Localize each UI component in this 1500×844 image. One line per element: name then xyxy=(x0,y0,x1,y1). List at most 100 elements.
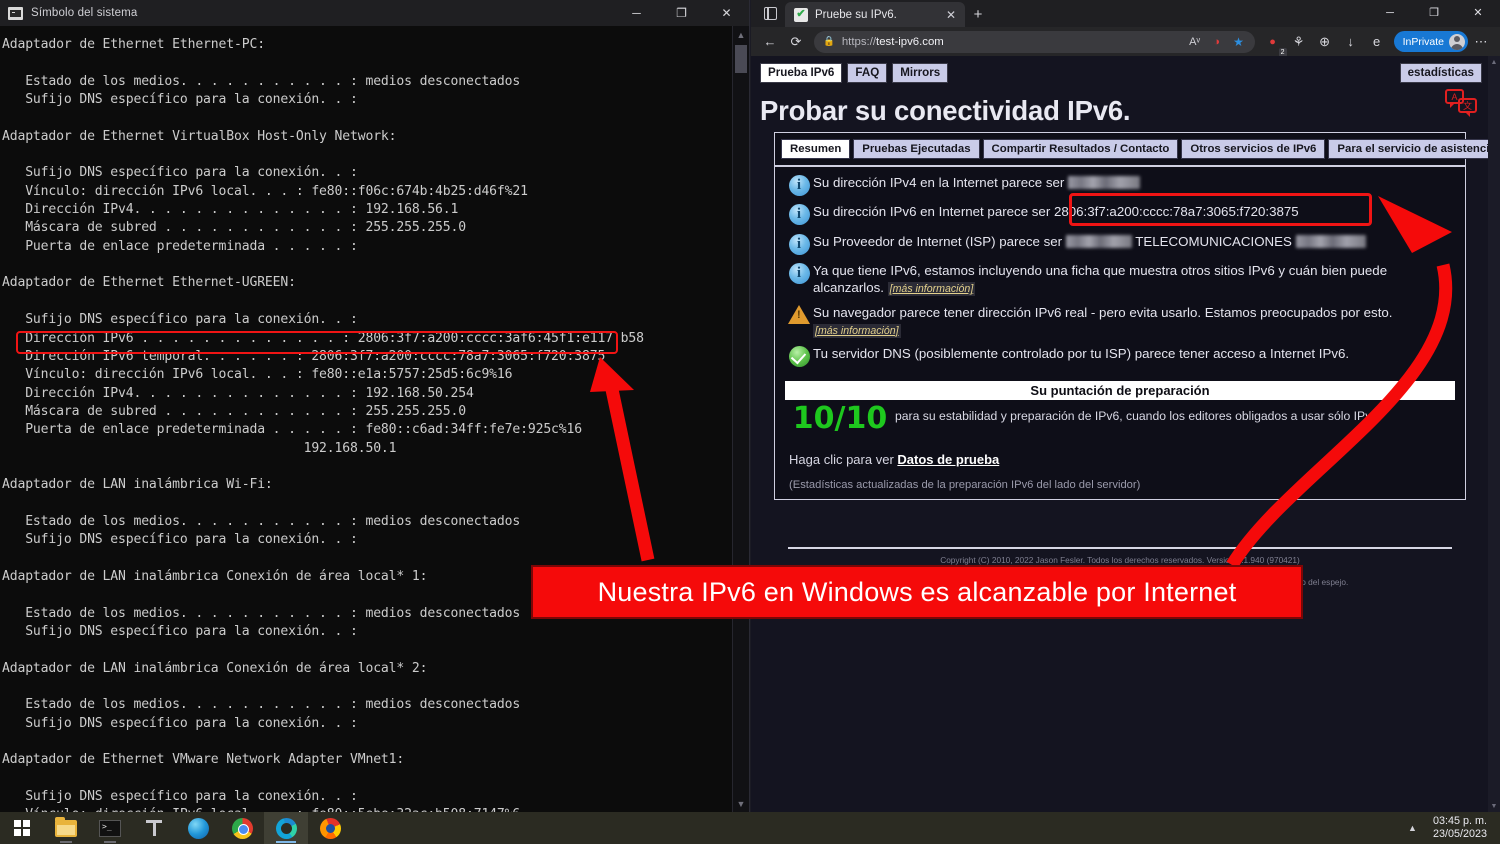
reload-icon[interactable]: ⟳ xyxy=(783,30,809,54)
cmd-titlebar[interactable]: Símbolo del sistema ─ ❐ ✕ xyxy=(0,0,749,26)
browser-minimize-button[interactable]: ─ xyxy=(1368,0,1412,27)
lock-icon: 🔒 xyxy=(823,36,835,47)
edge-icon xyxy=(275,817,297,839)
more-info-link[interactable]: [más información] xyxy=(887,282,976,296)
readiness-score-value: 10/10 xyxy=(792,401,888,436)
svg-text:文: 文 xyxy=(1463,100,1472,111)
terminal-icon xyxy=(99,819,121,837)
taskbar-edge[interactable] xyxy=(264,812,308,844)
cmd-minimize-button[interactable]: ─ xyxy=(614,0,659,26)
result-label: Su dirección IPv6 en Internet parece ser xyxy=(813,204,1051,219)
taskbar-chrome[interactable] xyxy=(220,812,264,844)
result-text: Su dirección IPv4 en la Internet parece … xyxy=(813,174,1453,191)
cmd-output-text: Adaptador de Ethernet Ethernet-PC: Estad… xyxy=(2,37,644,841)
profile-inprivate-button[interactable]: InPrivate xyxy=(1393,31,1468,52)
site-nav: Prueba IPv6 FAQ Mirrors estadísticas xyxy=(751,56,1500,83)
read-aloud-icon[interactable]: Aᵛ xyxy=(1185,36,1205,48)
favicon-check-glyph: ✔ xyxy=(796,8,806,20)
test-data-line: Haga clic para ver Datos de prueba xyxy=(775,436,1465,467)
result-row-ipv6: i Su dirección IPv6 en Internet parece s… xyxy=(785,203,1453,225)
info-icon: i xyxy=(785,262,813,284)
address-bar[interactable]: 🔒 https://test-ipv6.com Aᵛ ◑ ★ xyxy=(814,30,1255,53)
start-button[interactable] xyxy=(0,812,44,844)
app-icon xyxy=(187,817,209,839)
warning-icon xyxy=(785,304,813,324)
tab-favicon-icon: ✔ xyxy=(794,7,808,22)
cmd-scrollbar[interactable]: ▲ ▼ xyxy=(732,26,749,812)
footer-link-mirrors[interactable]: Mirrors xyxy=(949,566,975,576)
browser-close-button[interactable]: ✕ xyxy=(1456,0,1500,27)
test-data-link[interactable]: Datos de prueba xyxy=(897,452,999,467)
footer-link-fuente[interactable]: Fuente xyxy=(981,566,1007,576)
tray-chevron-icon[interactable]: ▲ xyxy=(1400,823,1425,833)
browser-essentials-icon[interactable]: e xyxy=(1364,30,1390,54)
redacted-ipv4-value xyxy=(1068,175,1141,189)
svg-text:A: A xyxy=(1451,92,1457,102)
cmd-scroll-up-icon[interactable]: ▲ xyxy=(733,26,749,43)
split-screen-icon[interactable]: ⊕ xyxy=(1312,30,1338,54)
taskbar-clock[interactable]: 03:45 p. m. 23/05/2023 xyxy=(1425,815,1500,841)
footer-lang-badge[interactable]: es_VE xyxy=(1175,566,1205,576)
click-prefix: Haga clic para ver xyxy=(789,452,898,467)
clock-time: 03:45 p. m. xyxy=(1432,815,1487,827)
downloads-icon[interactable]: ↓ xyxy=(1338,30,1364,54)
taskbar-firefox[interactable] xyxy=(308,812,352,844)
extension-icon[interactable]: ● 2 xyxy=(1260,30,1287,57)
results-list: i Su dirección IPv4 en la Internet parec… xyxy=(775,167,1465,374)
taskbar-file-explorer[interactable] xyxy=(44,812,88,844)
page-scrollbar[interactable]: ▲ ▼ xyxy=(1488,56,1500,812)
page-footer: Copyright (C) 2010, 2022 Jason Fesler. T… xyxy=(774,537,1466,588)
result-text: Su dirección IPv6 en Internet parece ser… xyxy=(813,203,1453,220)
footer-lang-pct: 98.52% xyxy=(1206,566,1235,576)
cmd-close-button[interactable]: ✕ xyxy=(704,0,749,26)
translate-icon[interactable]: A 文 xyxy=(1444,88,1478,118)
browser-window-controls: ─ ❐ ✕ xyxy=(1368,0,1500,27)
cmd-scrollbar-thumb[interactable] xyxy=(735,45,747,73)
system-tray: ▲ 03:45 p. m. 23/05/2023 xyxy=(1400,815,1500,841)
footer-link-debug[interactable]: Debug xyxy=(1145,566,1169,576)
close-icon[interactable]: ✕ xyxy=(943,9,959,21)
taskbar-command-prompt[interactable] xyxy=(88,812,132,844)
tab-pruebas-ejecutadas[interactable]: Pruebas Ejecutadas xyxy=(853,139,980,159)
cmd-maximize-button[interactable]: ❐ xyxy=(659,0,704,26)
result-row-browser-warning: Su navegador parece tener dirección IPv6… xyxy=(785,304,1453,338)
result-text: Su Proveedor de Internet (ISP) parece se… xyxy=(813,233,1453,250)
tab-servicio-asistencia[interactable]: Para el servicio de asistencia xyxy=(1328,139,1500,159)
footer-link-correo[interactable]: Correo Electrónico xyxy=(1014,566,1083,576)
taskbar-app-blue[interactable] xyxy=(176,812,220,844)
back-icon[interactable]: ← xyxy=(757,30,783,54)
new-tab-icon[interactable]: + xyxy=(965,2,991,27)
result-label: Su navegador parece tener dirección IPv6… xyxy=(813,304,1393,320)
tab-resumen[interactable]: Resumen xyxy=(781,139,851,159)
cmd-scroll-down-icon[interactable]: ▼ xyxy=(733,795,749,812)
site-tab-faq[interactable]: FAQ xyxy=(847,63,888,83)
favorite-icon[interactable]: ★ xyxy=(1229,35,1249,49)
redacted-isp-suffix xyxy=(1295,234,1366,248)
page-scroll-up-icon[interactable]: ▲ xyxy=(1488,56,1500,68)
browser-maximize-button[interactable]: ❐ xyxy=(1412,0,1456,27)
clock-date: 23/05/2023 xyxy=(1432,828,1487,840)
browser-extensions-icon[interactable]: ⚘ xyxy=(1286,30,1312,54)
page-scroll-down-icon[interactable]: ▼ xyxy=(1488,800,1500,812)
result-row-dns: Tu servidor DNS (posiblemente controlado… xyxy=(785,345,1453,367)
site-tab-prueba-ipv6[interactable]: Prueba IPv6 xyxy=(760,63,843,83)
footer-contribute[interactable]: Contribuir en: xyxy=(1242,566,1292,576)
footer-link-atribuciones[interactable]: Atribuciones xyxy=(1097,566,1143,576)
tab-actions-icon[interactable] xyxy=(755,0,785,27)
more-info-link[interactable]: [más información] xyxy=(813,323,901,338)
tab-compartir-resultados[interactable]: Compartir Resultados / Contacto xyxy=(982,139,1179,159)
result-row-ipv4: i Su dirección IPv4 en la Internet parec… xyxy=(785,174,1453,196)
site-tab-mirrors[interactable]: Mirrors xyxy=(892,63,949,83)
ipv6-address-value: 2806:3f7:a200:cccc:78a7:3065:f720:3875 xyxy=(1053,204,1299,219)
info-icon: i xyxy=(785,203,813,225)
settings-more-icon[interactable]: ⋯ xyxy=(1468,30,1494,54)
footer-copyright: Copyright (C) 2010, 2022 Jason Fesler. T… xyxy=(940,555,1300,565)
readiness-score-note: para su estabilidad y preparación de IPv… xyxy=(895,409,1379,423)
collections-icon[interactable]: ◑ xyxy=(1207,36,1227,48)
statistics-link[interactable]: estadísticas xyxy=(1399,63,1482,83)
webpage-viewport: Prueba IPv6 FAQ Mirrors estadísticas Pro… xyxy=(751,56,1500,812)
browser-tab[interactable]: ✔ Pruebe su IPv6. ✕ xyxy=(785,2,965,27)
tab-otros-servicios[interactable]: Otros servicios de IPv6 xyxy=(1181,139,1326,159)
taskbar-network-tool[interactable] xyxy=(132,812,176,844)
footer-divider xyxy=(788,547,1452,549)
